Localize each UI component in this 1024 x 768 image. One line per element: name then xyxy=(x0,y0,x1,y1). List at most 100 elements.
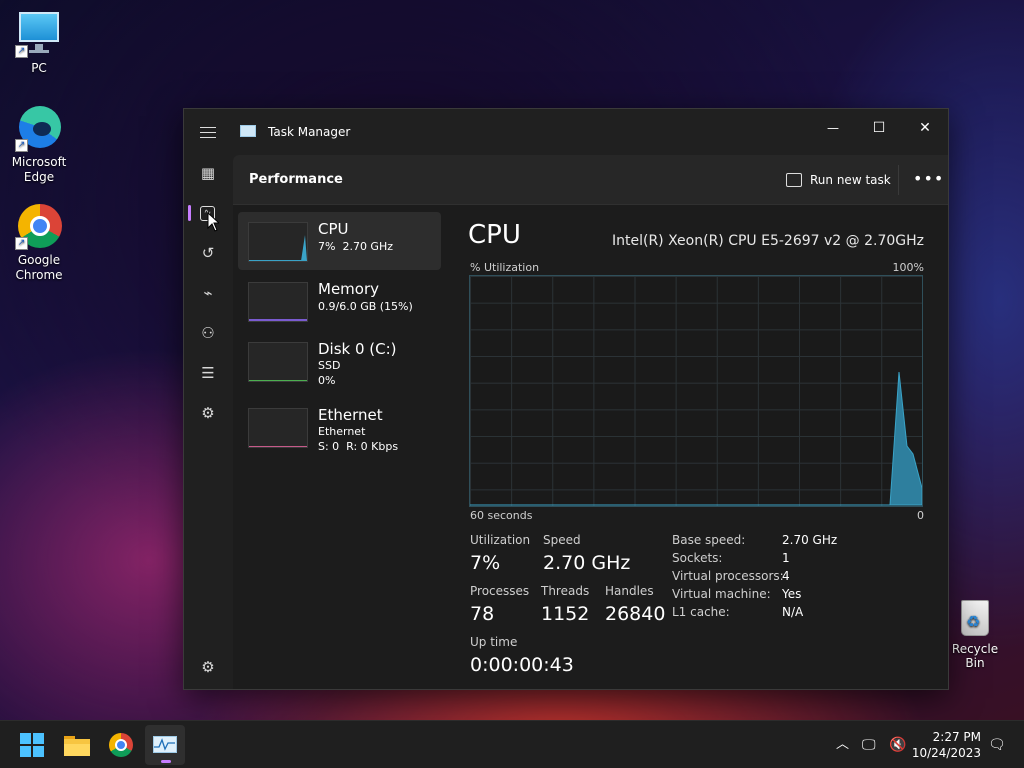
resource-name: Memory xyxy=(318,280,380,298)
notifications-icon[interactable]: 🗨 xyxy=(988,721,1006,768)
users-icon[interactable]: ⚇ xyxy=(198,323,218,343)
more-options-button[interactable]: ••• xyxy=(913,165,943,195)
threads-value: 1152 xyxy=(541,603,590,625)
close-button[interactable]: ✕ xyxy=(903,113,947,143)
resource-item-memory[interactable]: Memory 0.9/6.0 GB (15%) xyxy=(238,272,441,330)
l1-cache-value: N/A xyxy=(782,605,804,619)
clock-date: 10/24/2023 xyxy=(911,746,981,760)
content-area: Performance Run new task ••• CPU 7% 2.70… xyxy=(233,155,948,689)
edge-icon: ↗ xyxy=(15,104,63,152)
hamburger-icon[interactable] xyxy=(200,127,216,139)
resource-detail: 7% 2.70 GHz xyxy=(318,240,394,253)
resource-item-cpu[interactable]: CPU 7% 2.70 GHz xyxy=(238,212,441,270)
ethernet-thumbnail-graph xyxy=(248,408,308,448)
threads-label: Threads xyxy=(541,584,590,598)
processes-icon[interactable]: ▦ xyxy=(198,163,218,183)
desktop-icon-recycle-bin[interactable]: ♻ Recycle Bin xyxy=(944,596,1006,670)
utilization-label: Utilization xyxy=(470,533,531,547)
handles-value: 26840 xyxy=(605,603,666,625)
resource-item-ethernet[interactable]: Ethernet Ethernet S: 0 R: 0 Kbps xyxy=(238,398,441,456)
run-task-icon xyxy=(786,173,802,187)
disk-thumbnail-graph xyxy=(248,342,308,382)
base-speed-key: Base speed: xyxy=(672,533,746,547)
resource-name: CPU xyxy=(318,220,349,238)
cpu-heading: CPU xyxy=(468,220,521,250)
desktop-icon-label: Microsoft Edge xyxy=(11,155,67,184)
cpu-model: Intel(R) Xeon(R) CPU E5-2697 v2 @ 2.70GH… xyxy=(612,233,924,249)
cpu-detail-panel: CPU Intel(R) Xeon(R) CPU E5-2697 v2 @ 2.… xyxy=(443,206,948,689)
task-manager-taskbar-button[interactable] xyxy=(145,725,185,765)
folder-icon xyxy=(64,736,90,756)
sockets-value: 1 xyxy=(782,551,790,565)
min-axis-label: 0 xyxy=(917,509,924,522)
shortcut-arrow-icon: ↗ xyxy=(15,237,28,250)
ethernet-mini-graph xyxy=(249,446,307,447)
processes-label: Processes xyxy=(470,584,530,598)
run-new-task-label: Run new task xyxy=(810,173,891,187)
volume-muted-icon[interactable]: 🔇 xyxy=(889,721,906,768)
virtual-machine-key: Virtual machine: xyxy=(672,587,771,601)
taskbar: ︿ 🖵 🔇 2:27 PM 10/24/2023 🗨 xyxy=(0,720,1024,768)
details-icon[interactable]: ☰ xyxy=(198,363,218,383)
utilization-value: 7% xyxy=(470,552,501,574)
file-explorer-button[interactable] xyxy=(57,725,97,765)
resource-list: CPU 7% 2.70 GHz Memory 0.9/6.0 GB (15%) … xyxy=(233,206,443,689)
app-history-icon[interactable]: ↺ xyxy=(198,243,218,263)
memory-mini-graph xyxy=(249,319,307,321)
nav-rail: ▦ ∿ ↺ ⌁ ⚇ ☰ ⚙ ⚙ xyxy=(184,127,232,689)
resource-detail: Ethernet xyxy=(318,425,366,438)
utilization-axis-label: % Utilization xyxy=(470,261,540,274)
task-manager-app-icon xyxy=(240,125,256,137)
l1-cache-key: L1 cache: xyxy=(672,605,730,619)
task-manager-icon xyxy=(153,736,177,753)
resource-detail-2: 0% xyxy=(318,374,336,387)
cpu-mini-graph xyxy=(249,235,307,261)
recycle-bin-label: Recycle Bin xyxy=(951,642,999,670)
maximize-button[interactable]: ☐ xyxy=(857,113,901,143)
uptime-value: 0:00:00:43 xyxy=(470,654,574,676)
desktop-icon-pc[interactable]: ↗ PC xyxy=(6,10,72,76)
title-bar[interactable]: Task Manager — ☐ ✕ xyxy=(184,109,948,155)
cpu-usage-area xyxy=(889,371,922,506)
mouse-cursor-icon xyxy=(207,212,219,232)
settings-icon[interactable]: ⚙ xyxy=(198,657,218,677)
desktop-icon-edge[interactable]: ↗ Microsoft Edge xyxy=(6,104,72,185)
resource-detail-2: S: 0 R: 0 Kbps xyxy=(318,440,399,453)
base-speed-value: 2.70 GHz xyxy=(782,533,838,547)
recycle-bin-icon: ♻ xyxy=(958,596,992,638)
desktop-icon-label: PC xyxy=(31,61,47,75)
time-axis-label: 60 seconds xyxy=(470,509,533,522)
chrome-icon xyxy=(109,733,133,757)
virtual-processors-value: 4 xyxy=(782,569,790,583)
max-axis-label: 100% xyxy=(892,261,924,274)
resource-item-disk[interactable]: Disk 0 (C:) SSD 0% xyxy=(238,332,441,390)
window-title: Task Manager xyxy=(268,125,351,139)
memory-thumbnail-graph xyxy=(248,282,308,322)
monitor-icon: ↗ xyxy=(15,10,63,58)
cpu-graph-svg xyxy=(470,371,922,506)
startup-apps-icon[interactable]: ⌁ xyxy=(198,283,218,303)
page-title: Performance xyxy=(249,172,343,187)
run-new-task-button[interactable]: Run new task xyxy=(786,169,891,191)
minimize-button[interactable]: — xyxy=(811,113,855,143)
desktop-icon-chrome[interactable]: ↗ Google Chrome xyxy=(6,202,72,283)
services-icon[interactable]: ⚙ xyxy=(198,403,218,423)
windows-logo-icon xyxy=(20,733,44,757)
task-manager-window: Task Manager — ☐ ✕ ▦ ∿ ↺ ⌁ ⚇ ☰ ⚙ ⚙ Perfo… xyxy=(183,108,949,690)
speed-value: 2.70 GHz xyxy=(543,552,631,574)
cpu-utilization-graph xyxy=(469,275,923,507)
command-bar: Performance Run new task ••• xyxy=(233,155,948,205)
resource-name: Disk 0 (C:) xyxy=(318,340,397,358)
speed-label: Speed xyxy=(543,533,581,547)
chrome-taskbar-button[interactable] xyxy=(101,725,141,765)
desktop-icon-label: Google Chrome xyxy=(15,253,63,282)
sockets-key: Sockets: xyxy=(672,551,723,565)
start-button[interactable] xyxy=(12,725,52,765)
uptime-label: Up time xyxy=(470,635,518,649)
show-hidden-icons-button[interactable]: ︿ xyxy=(836,721,849,768)
shortcut-arrow-icon: ↗ xyxy=(15,45,28,58)
chrome-icon: ↗ xyxy=(15,202,63,250)
network-icon[interactable]: 🖵 xyxy=(862,721,876,768)
cpu-thumbnail-graph xyxy=(248,222,308,262)
clock[interactable]: 2:27 PM 10/24/2023 xyxy=(912,729,981,761)
